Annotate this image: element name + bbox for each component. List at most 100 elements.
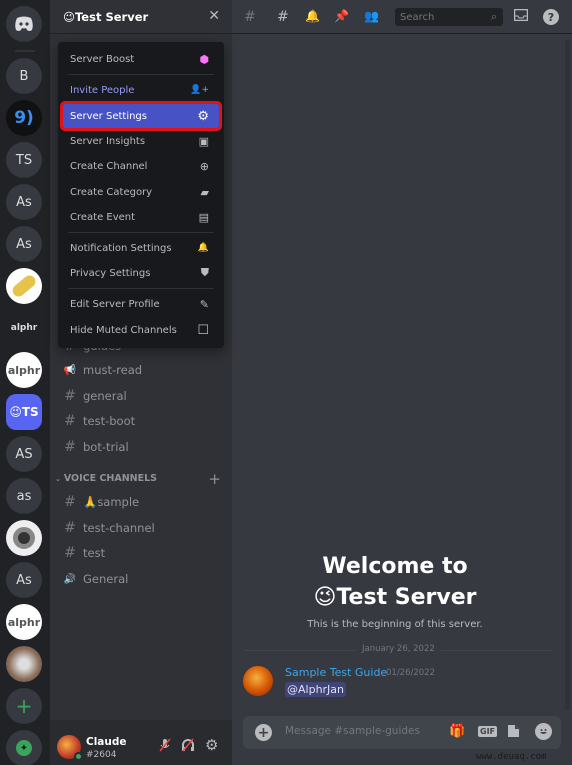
search-input[interactable]: Search ⌕ [395,8,503,26]
add-channel-icon[interactable]: + [208,470,221,488]
chat-scrollbar[interactable] [565,40,570,710]
menu-label: Create Channel [70,160,148,172]
hashtag-icon: # [64,545,76,561]
folder-plus-icon: ▰ [200,185,209,199]
explore-servers-button[interactable]: ✦ [6,730,42,765]
server-as-3[interactable]: As [6,562,42,598]
channel-label: bot-trial [83,440,129,454]
channel-label: 🙏sample [83,495,140,509]
emoji-icon[interactable] [535,723,552,740]
hashtag-icon: # [64,388,76,404]
channel-bot-trial[interactable]: # bot-trial [63,437,129,457]
date-divider-label: January 26, 2022 [356,644,441,654]
server-ring[interactable] [6,520,42,556]
menu-item-notification-settings[interactable]: Notification Settings 🔔 [63,236,219,260]
server-alphr-2[interactable]: alphr [6,604,42,640]
discord-window: B 9) TS As As alphr alphr 😉TS AS as As a… [0,0,572,765]
menu-item-edit-server-profile[interactable]: Edit Server Profile ✎ [63,292,219,316]
home-button[interactable] [6,6,42,42]
announcement-icon: 📢 [63,364,77,376]
message-timestamp: 01/26/2022 [386,668,435,678]
server-as-2[interactable]: As [6,226,42,262]
channel-header: # # 🔔 📌 👥 Search ⌕ ? [232,0,572,34]
channel-label: test-channel [83,521,155,535]
pin-icon[interactable]: 📌 [334,9,349,23]
channel-test-channel[interactable]: # test-channel [63,518,155,538]
hashtag-icon: # [64,413,76,429]
server-test-server[interactable]: 😉TS [6,394,42,430]
server-g-logo[interactable]: 9) [6,100,42,136]
channel-must-read[interactable]: 📢 must-read [63,360,142,380]
server-photo[interactable] [6,646,42,682]
threads-locked-icon[interactable]: # [244,9,256,25]
menu-item-create-event[interactable]: Create Event ▤ [63,205,219,229]
upload-plus-icon[interactable]: + [255,724,272,741]
menu-label: Invite People [70,84,135,96]
category-label: VOICE CHANNELS [63,473,158,484]
menu-item-server-insights[interactable]: Server Insights ▣ [63,129,219,153]
menu-item-invite-people[interactable]: Invite People 👤+ [63,78,219,102]
close-icon[interactable]: ✕ [208,8,220,24]
hashtag-icon: # [64,494,76,510]
channel-label: test [83,546,106,560]
threads-icon[interactable]: # [277,9,289,25]
menu-label: Hide Muted Channels [70,324,177,336]
add-circle-icon: ⊕ [199,159,209,173]
server-as-1[interactable]: As [6,184,42,220]
discord-logo-icon [15,16,33,31]
welcome-heading: Welcome to [322,554,468,579]
search-placeholder: Search [400,11,435,23]
server-alphr-text[interactable]: alphr [6,310,42,346]
inbox-icon[interactable] [513,8,529,25]
gear-icon: ⚙ [197,108,209,124]
message-input[interactable]: Message #sample-guides [285,725,420,737]
menu-item-hide-muted-channels[interactable]: Hide Muted Channels ☐ [63,318,219,342]
notification-bell-icon[interactable]: 🔔 [305,9,320,23]
menu-label: Edit Server Profile [70,298,160,310]
menu-divider [68,74,214,75]
user-panel: Claude #2604 ⚙ [50,720,232,765]
message-composer[interactable]: + Message #sample-guides 🎁 GIF [243,716,561,749]
sticker-icon[interactable] [507,724,520,742]
channel-test[interactable]: # test [63,543,105,563]
menu-item-create-category[interactable]: Create Category ▰ [63,180,219,204]
message-author[interactable]: Sample Test Guide [285,666,387,679]
hashtag-icon: # [64,439,76,455]
channel-test-boot[interactable]: # test-boot [63,411,135,431]
channel-sample[interactable]: # 🙏sample [63,492,139,512]
deafen-headphones-icon[interactable] [181,738,195,756]
server-as-caps[interactable]: AS [6,436,42,472]
help-icon[interactable]: ? [543,9,559,25]
menu-item-create-channel[interactable]: Create Channel ⊕ [63,154,219,178]
server-pill[interactable] [6,268,42,304]
gif-button[interactable]: GIF [478,726,498,737]
server-name: 😉Test Server [63,9,149,24]
server-alphr[interactable]: alphr [6,352,42,388]
watermark: www.deuaq.com [476,752,547,762]
server-as-lower[interactable]: as [6,478,42,514]
menu-item-privacy-settings[interactable]: Privacy Settings ⛊ [63,261,219,285]
server-ts[interactable]: TS [6,142,42,178]
user-settings-gear-icon[interactable]: ⚙ [205,736,218,754]
pencil-icon: ✎ [199,297,209,311]
user-mention[interactable]: @AlphrJan [285,682,347,697]
channel-general[interactable]: # general [63,386,127,406]
server-b[interactable]: B [6,58,42,94]
gift-icon[interactable]: 🎁 [449,724,465,739]
message-author-avatar[interactable] [243,666,273,696]
channel-label: test-boot [83,414,136,428]
user-tag: #2604 [86,750,117,760]
voice-channel-general[interactable]: 🔊 General [63,569,129,589]
menu-item-server-boost[interactable]: Server Boost ⬢ [63,47,219,71]
mute-microphone-icon[interactable] [158,738,172,756]
add-person-icon: 👤+ [190,85,209,95]
checkbox-icon[interactable]: ☐ [197,323,209,338]
voice-channels-category[interactable]: ⌄ VOICE CHANNELS + [55,470,225,488]
menu-label: Notification Settings [70,242,172,254]
chevron-down-icon: ⌄ [55,474,61,483]
member-list-icon[interactable]: 👥 [364,9,379,23]
menu-item-server-settings[interactable]: Server Settings ⚙ [60,101,222,131]
pill-image-icon [10,273,38,299]
server-header[interactable]: 😉Test Server ✕ [50,0,232,34]
add-server-button[interactable]: + [6,688,42,724]
